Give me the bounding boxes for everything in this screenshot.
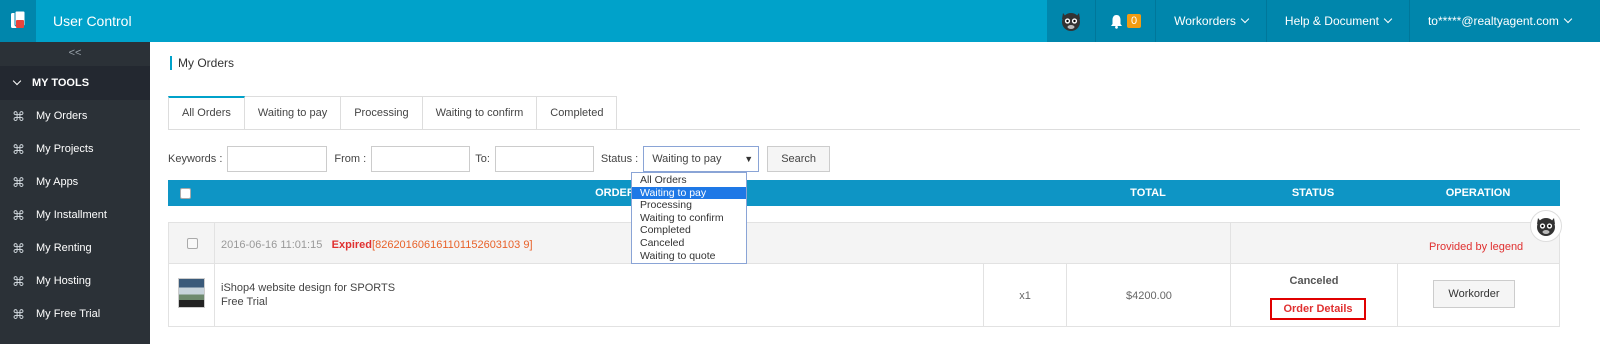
item-status: Canceled bbox=[1289, 275, 1339, 287]
tab-all-orders[interactable]: All Orders bbox=[168, 96, 245, 130]
command-icon: ⌘ bbox=[12, 208, 25, 223]
sidebar-item-my-apps[interactable]: ⌘ My Apps bbox=[0, 166, 150, 199]
status-label: Status : bbox=[600, 153, 639, 165]
sidebar-item-my-installment[interactable]: ⌘ My Installment bbox=[0, 199, 150, 232]
command-icon: ⌘ bbox=[12, 175, 25, 190]
mascot-icon[interactable] bbox=[1047, 0, 1095, 42]
product-quantity: x1 bbox=[1019, 290, 1031, 302]
top-right-menu: 0 Workorders Help & Document to*****@rea… bbox=[1047, 0, 1600, 42]
sidebar-section-my-tools[interactable]: MY TOOLS bbox=[0, 66, 150, 100]
status-option-canceled[interactable]: Canceled bbox=[632, 237, 746, 250]
help-label: Help & Document bbox=[1284, 14, 1379, 28]
sidebar-item-label: My Hosting bbox=[36, 275, 92, 287]
order-total: $4200.00 bbox=[1126, 290, 1172, 302]
chevron-down-icon bbox=[1240, 14, 1250, 24]
product-plan: Free Trial bbox=[221, 296, 268, 308]
command-icon: ⌘ bbox=[12, 241, 25, 256]
command-icon: ⌘ bbox=[12, 274, 25, 289]
workorder-button[interactable]: Workorder bbox=[1433, 280, 1515, 308]
chevron-down-icon bbox=[1383, 14, 1393, 24]
top-bar: User Control Panel 0 Workorders bbox=[0, 0, 1600, 71]
select-all-checkbox[interactable] bbox=[178, 180, 192, 206]
bell-icon bbox=[1111, 14, 1122, 29]
sidebar-item-label: My Free Trial bbox=[36, 308, 101, 320]
status-select[interactable]: Waiting to pay ▼ bbox=[643, 146, 760, 172]
sidebar-item-label: My Projects bbox=[36, 143, 94, 155]
cell-divider bbox=[214, 223, 215, 263]
sidebar-item-label: My Renting bbox=[36, 242, 92, 254]
status-option-waiting-to-confirm[interactable]: Waiting to confirm bbox=[632, 212, 746, 225]
command-icon: ⌘ bbox=[12, 307, 25, 322]
workorders-menu[interactable]: Workorders bbox=[1155, 0, 1266, 42]
column-header-total: TOTAL bbox=[1130, 187, 1166, 199]
to-date-input[interactable] bbox=[494, 146, 594, 172]
orders-table-header: ORDER I TOTAL STATUS OPERATION bbox=[168, 180, 1560, 206]
tab-processing[interactable]: Processing bbox=[341, 96, 423, 130]
help-document-menu[interactable]: Help & Document bbox=[1265, 0, 1409, 42]
tab-waiting-to-pay[interactable]: Waiting to pay bbox=[244, 96, 342, 130]
product-thumbnail[interactable] bbox=[178, 278, 205, 308]
cell-divider bbox=[1230, 264, 1231, 326]
to-label: To: bbox=[475, 153, 490, 165]
column-header-status: STATUS bbox=[1291, 187, 1335, 199]
cell-divider bbox=[214, 264, 215, 326]
cell-divider bbox=[1397, 264, 1398, 326]
command-icon: ⌘ bbox=[12, 142, 25, 157]
status-option-processing[interactable]: Processing bbox=[632, 199, 746, 212]
status-option-completed[interactable]: Completed bbox=[632, 224, 746, 237]
from-label: From : bbox=[334, 153, 367, 165]
user-email: to*****@realtyagent.com bbox=[1427, 14, 1559, 28]
product-info: iShop4 website design for SPORTS Free Tr… bbox=[221, 282, 395, 308]
product-name[interactable]: iShop4 website design for SPORTS bbox=[221, 282, 395, 294]
status-dropdown-list: All Orders Waiting to pay Processing Wai… bbox=[631, 172, 747, 265]
status-option-all-orders[interactable]: All Orders bbox=[632, 174, 746, 187]
order-id: [826201606161101152603103 9] bbox=[372, 239, 533, 251]
sidebar-item-my-orders[interactable]: ⌘ My Orders bbox=[0, 100, 150, 133]
order-header-info: 2016-06-16 11:01:15 Expired[826201606161… bbox=[221, 237, 533, 251]
chevron-down-icon bbox=[1563, 14, 1573, 24]
cell-divider bbox=[1230, 223, 1231, 263]
tab-completed[interactable]: Completed bbox=[537, 96, 618, 130]
command-icon: ⌘ bbox=[12, 109, 25, 124]
keywords-input[interactable] bbox=[227, 146, 328, 172]
status-option-waiting-to-quote[interactable]: Waiting to quote bbox=[632, 250, 746, 263]
from-date-input[interactable] bbox=[371, 146, 471, 172]
logo-icon[interactable] bbox=[0, 0, 36, 42]
sidebar: << MY TOOLS ⌘ My Orders ⌘ My Projects ⌘ … bbox=[0, 42, 150, 344]
support-mascot-icon[interactable] bbox=[1530, 210, 1562, 242]
order-tabs: All Orders Waiting to pay Processing Wai… bbox=[168, 96, 618, 130]
order-status-label: Expired bbox=[331, 239, 373, 251]
filter-bar: Keywords : From : To: Status : Waiting t… bbox=[168, 146, 831, 172]
sidebar-item-my-renting[interactable]: ⌘ My Renting bbox=[0, 232, 150, 265]
search-button[interactable]: Search bbox=[767, 146, 831, 172]
tab-waiting-to-confirm[interactable]: Waiting to confirm bbox=[422, 96, 538, 130]
tab-divider bbox=[168, 129, 1580, 130]
sidebar-item-label: My Installment bbox=[36, 209, 107, 221]
sidebar-item-label: My Apps bbox=[36, 176, 79, 188]
collapse-sidebar-button[interactable]: << bbox=[0, 42, 150, 66]
provider-label: Provided by legend bbox=[1429, 241, 1524, 253]
order-date: 2016-06-16 11:01:15 bbox=[221, 239, 323, 251]
page-title: My Orders bbox=[170, 56, 234, 70]
dropdown-arrow-icon: ▼ bbox=[744, 154, 754, 164]
column-header-operation: OPERATION bbox=[1445, 187, 1511, 199]
keywords-label: Keywords : bbox=[168, 153, 223, 165]
user-menu[interactable]: to*****@realtyagent.com bbox=[1408, 0, 1589, 42]
status-select-value: Waiting to pay bbox=[652, 153, 722, 165]
order-details-link[interactable]: Order Details bbox=[1270, 298, 1366, 320]
chevron-down-icon bbox=[12, 76, 22, 86]
sidebar-item-my-projects[interactable]: ⌘ My Projects bbox=[0, 133, 150, 166]
app-title[interactable]: User Control Panel bbox=[36, 0, 170, 71]
order-item-row: iShop4 website design for SPORTS Free Tr… bbox=[168, 264, 1560, 327]
sidebar-item-my-free-trial[interactable]: ⌘ My Free Trial bbox=[0, 298, 150, 331]
order-checkbox[interactable] bbox=[187, 238, 198, 249]
notification-count-badge: 0 bbox=[1127, 14, 1142, 28]
sidebar-item-label: My Orders bbox=[36, 110, 88, 122]
notifications-button[interactable]: 0 bbox=[1095, 0, 1155, 42]
sidebar-section-title: MY TOOLS bbox=[32, 77, 90, 89]
order-group-row: 2016-06-16 11:01:15 Expired[826201606161… bbox=[168, 222, 1560, 264]
status-option-waiting-to-pay[interactable]: Waiting to pay bbox=[632, 186, 746, 200]
sidebar-item-my-hosting[interactable]: ⌘ My Hosting bbox=[0, 265, 150, 298]
workorders-label: Workorders bbox=[1174, 14, 1236, 28]
